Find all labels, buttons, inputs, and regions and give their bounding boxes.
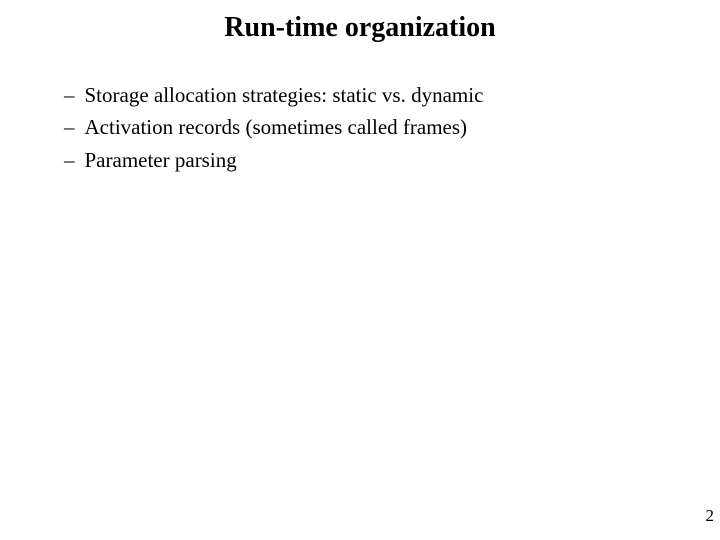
list-item: – Storage allocation strategies: static … — [64, 80, 680, 110]
list-item: – Parameter parsing — [64, 145, 680, 175]
page-number: 2 — [706, 506, 715, 526]
bullet-dash: – — [64, 80, 75, 110]
bullet-dash: – — [64, 112, 75, 142]
bullet-text: Parameter parsing — [85, 145, 237, 175]
list-item: – Activation records (sometimes called f… — [64, 112, 680, 142]
bullet-text: Activation records (sometimes called fra… — [85, 112, 468, 142]
slide-title: Run-time organization — [0, 12, 720, 44]
slide-container: Run-time organization – Storage allocati… — [0, 0, 720, 540]
bullet-text: Storage allocation strategies: static vs… — [85, 80, 484, 110]
bullet-dash: – — [64, 145, 75, 175]
bullet-list: – Storage allocation strategies: static … — [0, 80, 720, 175]
